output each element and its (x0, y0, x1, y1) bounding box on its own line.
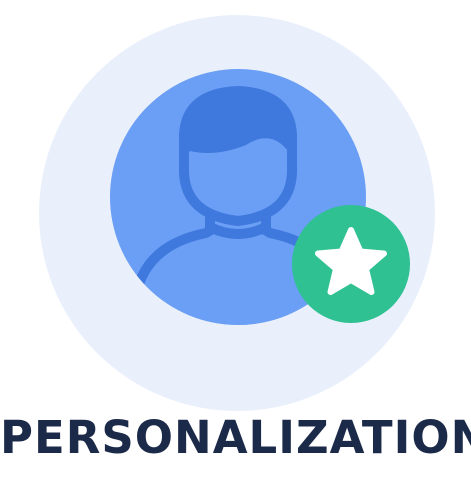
personalization-illustration: PERSONALIZATION (0, 0, 471, 477)
star-badge-icon (290, 203, 412, 325)
page-title: PERSONALIZATION (0, 411, 471, 464)
